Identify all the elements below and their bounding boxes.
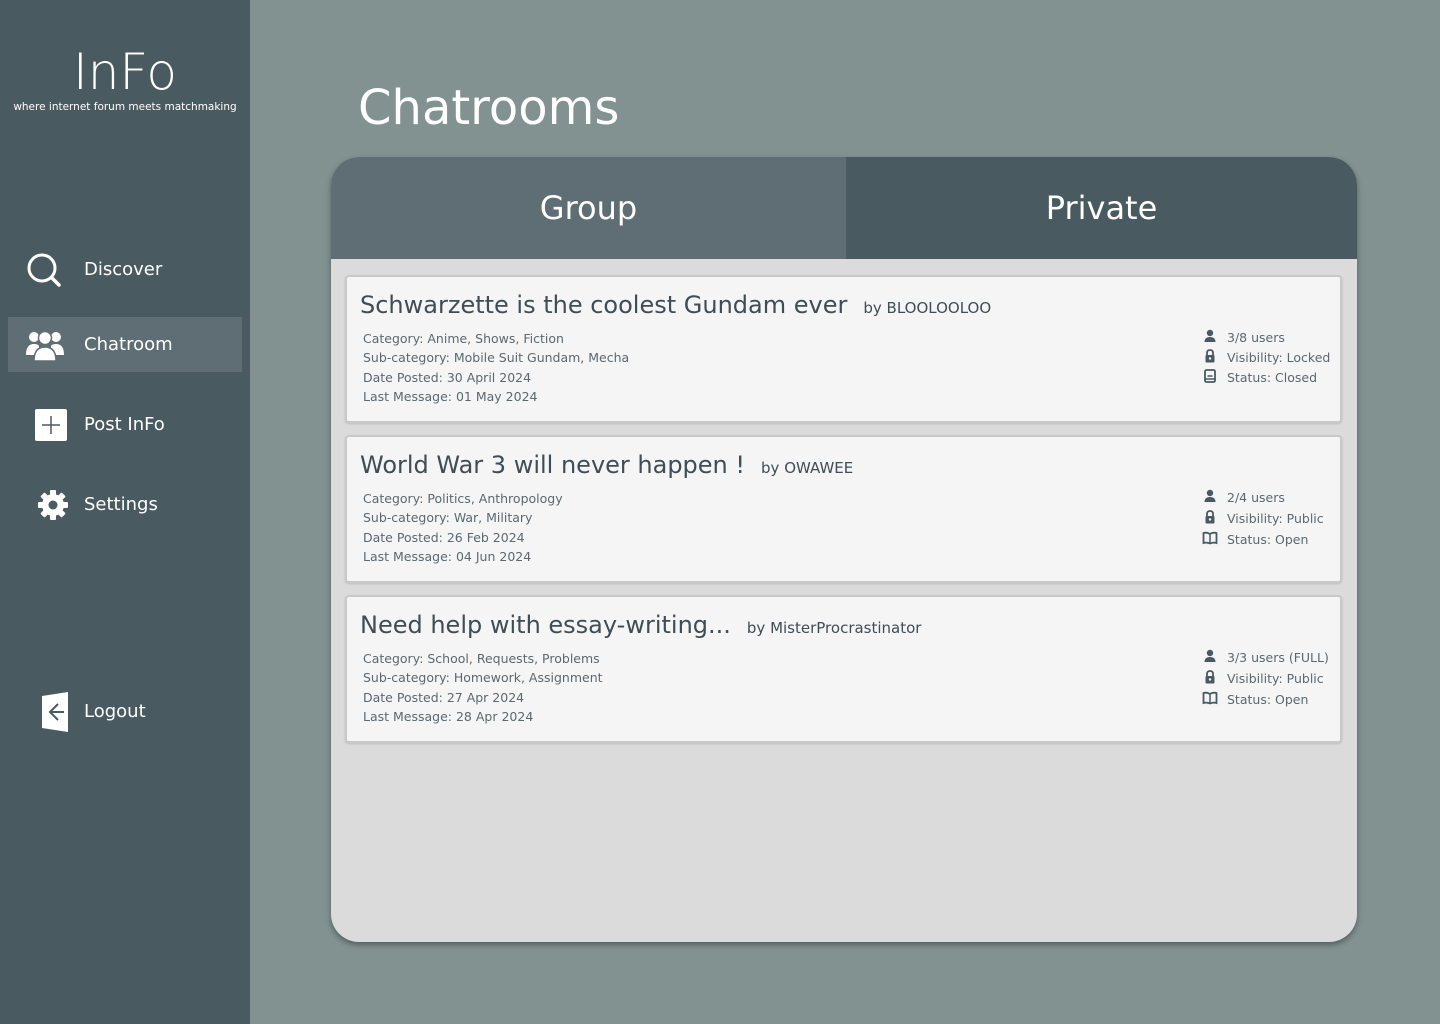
chatroom-title-row: Need help with essay-writing... by Miste… <box>360 611 921 639</box>
user-icon <box>1202 328 1227 347</box>
sidebar-item-label: Discover <box>84 259 163 280</box>
search-icon <box>26 250 78 290</box>
chatroom-visibility: Visibility: Locked <box>1227 349 1331 365</box>
chatroom-category: Category: Politics, Anthropology <box>363 491 563 506</box>
logout-label: Logout <box>84 701 146 722</box>
chatroom-users: 3/8 users <box>1227 329 1285 345</box>
chatroom-title: World War 3 will never happen ! <box>360 451 746 479</box>
chatroom-stats: 3/3 users (FULL) Visibility: Public Stat… <box>1202 647 1329 710</box>
sidebar-item-label: Post InFo <box>84 414 165 435</box>
tab-private[interactable]: Private <box>846 157 1357 259</box>
plus-icon <box>35 405 78 445</box>
user-icon <box>1202 488 1227 507</box>
chatroom-users: 3/3 users (FULL) <box>1227 650 1329 665</box>
chatroom-panel: Group Private Schwarzette is the coolest… <box>331 157 1357 942</box>
sidebar-item-chatroom[interactable]: Chatroom <box>8 317 242 372</box>
chatroom-last-message: Last Message: 28 Apr 2024 <box>363 708 534 724</box>
chatroom-category: Category: School, Requests, Problems <box>363 651 600 666</box>
chatroom-date-posted: Date Posted: 26 Feb 2024 <box>363 529 525 545</box>
chatroom-stats: 2/4 users Visibility: Public Status: Ope… <box>1202 487 1324 550</box>
logout-icon <box>42 691 78 732</box>
chatroom-stats: 3/8 users Visibility: Locked Status: Clo… <box>1202 327 1330 387</box>
chatroom-visibility: Visibility: Public <box>1227 671 1324 686</box>
users-icon <box>26 325 78 365</box>
open-book-icon <box>1202 530 1227 549</box>
chatroom-date-posted: Date Posted: 27 Apr 2024 <box>363 689 525 705</box>
chatroom-card[interactable]: World War 3 will never happen ! by OWAWE… <box>345 435 1342 583</box>
chatroom-meta: Category: Anime, Shows, Fiction Sub-cate… <box>363 329 629 406</box>
sidebar-item-label: Settings <box>84 494 158 515</box>
closed-book-icon <box>1202 368 1227 387</box>
chatroom-card[interactable]: Schwarzette is the coolest Gundam ever b… <box>345 275 1342 423</box>
tab-group[interactable]: Group <box>331 157 846 259</box>
sidebar: InFo where internet forum meets matchmak… <box>0 0 250 1024</box>
logout-button[interactable]: Logout <box>8 684 242 739</box>
tab-bar: Group Private <box>331 157 1357 259</box>
sidebar-item-label: Chatroom <box>84 334 173 355</box>
chatroom-status: Status: Closed <box>1227 369 1318 385</box>
chatroom-meta: Category: School, Requests, Problems Sub… <box>363 649 603 726</box>
chatroom-status: Status: Open <box>1227 532 1309 547</box>
chatroom-subcategory: Sub-category: Homework, Assignment <box>363 670 603 686</box>
page-title: Chatrooms <box>358 80 620 136</box>
app-tagline: where internet forum meets matchmaking <box>13 101 237 113</box>
chatroom-category: Category: Anime, Shows, Fiction <box>363 331 564 346</box>
chatroom-title-row: World War 3 will never happen ! by OWAWE… <box>360 451 853 479</box>
chatroom-author: by MisterProcrastinator <box>746 619 922 637</box>
chatroom-title: Need help with essay-writing... <box>360 611 731 639</box>
chatroom-users: 2/4 users <box>1227 490 1285 505</box>
chatroom-subcategory: Sub-category: War, Military <box>363 510 533 526</box>
chatroom-last-message: Last Message: 04 Jun 2024 <box>363 548 532 564</box>
chatroom-title-row: Schwarzette is the coolest Gundam ever b… <box>360 291 991 319</box>
gear-icon <box>37 485 78 525</box>
sidebar-item-settings[interactable]: Settings <box>8 477 242 532</box>
lock-icon <box>1202 348 1227 367</box>
sidebar-item-discover[interactable]: Discover <box>8 242 242 297</box>
unlock-icon <box>1202 669 1227 688</box>
chatroom-status: Status: Open <box>1227 692 1309 707</box>
open-book-icon <box>1202 690 1227 709</box>
chatroom-author: by BLOOLOOLOO <box>863 299 992 317</box>
sidebar-item-post-info[interactable]: Post InFo <box>8 397 242 452</box>
chatroom-author: by OWAWEE <box>761 459 854 477</box>
chatroom-title: Schwarzette is the coolest Gundam ever <box>360 291 848 319</box>
chatroom-meta: Category: Politics, Anthropology Sub-cat… <box>363 489 563 566</box>
user-icon <box>1202 648 1227 667</box>
chatroom-subcategory: Sub-category: Mobile Suit Gundam, Mecha <box>363 350 630 366</box>
chatroom-date-posted: Date Posted: 30 April 2024 <box>363 369 532 385</box>
unlock-icon <box>1202 509 1227 528</box>
chatroom-visibility: Visibility: Public <box>1227 511 1324 526</box>
chatroom-card[interactable]: Need help with essay-writing... by Miste… <box>345 595 1342 743</box>
app-logo: InFo <box>72 43 177 101</box>
chatroom-last-message: Last Message: 01 May 2024 <box>363 388 538 404</box>
